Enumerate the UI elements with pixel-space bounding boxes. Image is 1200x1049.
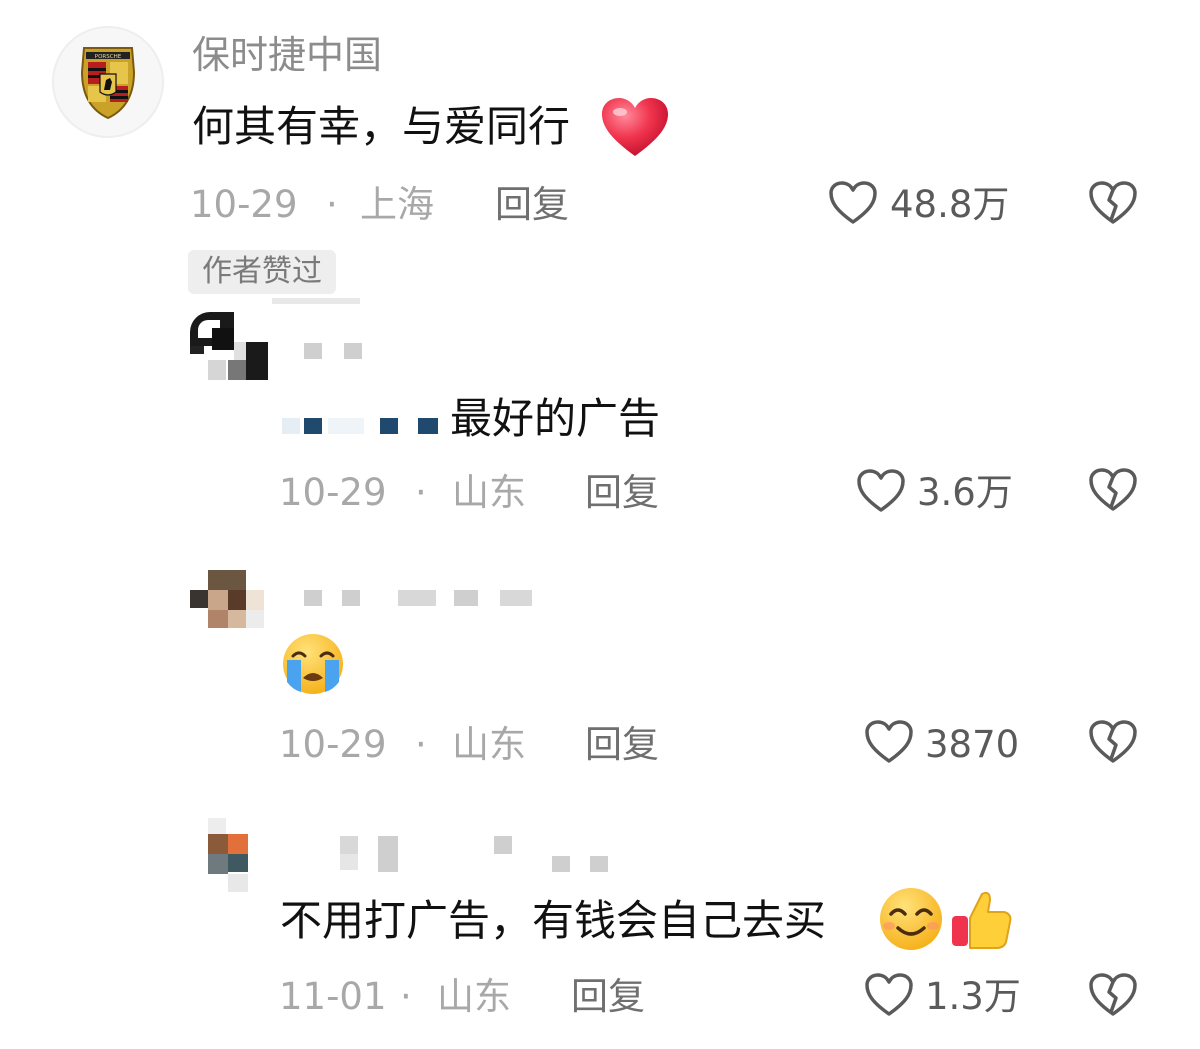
- heart-outline-icon[interactable]: [864, 719, 914, 765]
- reply-button[interactable]: 回复: [585, 474, 659, 511]
- avatar-pixelated[interactable]: [208, 818, 252, 894]
- heart-outline-icon[interactable]: [856, 468, 906, 514]
- avatar-pixelated[interactable]: [190, 570, 270, 630]
- comment-date: 10-29: [279, 471, 387, 514]
- comment-location: 山东: [452, 471, 526, 514]
- comment-location: 山东: [452, 723, 526, 766]
- comment-date: 10-29: [279, 723, 387, 766]
- comment-text: 何其有幸，与爱同行: [192, 102, 571, 151]
- meta-separator: ·: [415, 471, 427, 514]
- comment-date: 11-01: [279, 975, 387, 1018]
- like-count: 3870: [925, 723, 1020, 766]
- porsche-logo-text: PORSCHE: [95, 54, 122, 60]
- porsche-avatar[interactable]: PORSCHE: [52, 26, 164, 138]
- like-count: 48.8万: [890, 183, 1010, 226]
- thumbs-up-emoji: [948, 886, 1014, 952]
- comment-text-pixelated: [282, 416, 442, 438]
- reply-button[interactable]: 回复: [585, 726, 659, 763]
- red-heart-emoji: [600, 96, 670, 160]
- broken-heart-icon[interactable]: [1088, 467, 1138, 513]
- meta-separator: ·: [400, 975, 412, 1018]
- broken-heart-icon[interactable]: [1088, 719, 1138, 765]
- comment-location: 山东: [437, 975, 511, 1018]
- comment-username-pixelated[interactable]: [304, 588, 544, 608]
- comment-username[interactable]: 保时捷中国: [192, 36, 382, 74]
- comment-username-pixelated[interactable]: [340, 836, 610, 876]
- smiling-face-emoji: [876, 886, 946, 952]
- porsche-crest-logo: PORSCHE: [80, 47, 136, 120]
- meta-separator: ·: [326, 183, 338, 226]
- like-count: 1.3万: [925, 975, 1021, 1018]
- comment-text: 不用打广告，有钱会自己去买: [280, 896, 827, 945]
- broken-heart-icon[interactable]: [1088, 972, 1138, 1018]
- avatar-pixelated[interactable]: [190, 298, 360, 382]
- author-liked-badge: 作者赞过: [188, 250, 336, 294]
- crying-face-emoji: [279, 632, 347, 696]
- like-count: 3.6万: [917, 471, 1013, 514]
- heart-outline-icon[interactable]: [828, 180, 878, 226]
- comment-date: 10-29: [190, 183, 298, 226]
- heart-outline-icon[interactable]: [864, 972, 914, 1018]
- reply-button[interactable]: 回复: [495, 186, 569, 223]
- broken-heart-icon[interactable]: [1088, 180, 1138, 226]
- meta-separator: ·: [415, 723, 427, 766]
- comment-username-pixelated[interactable]: [304, 343, 374, 363]
- reply-button[interactable]: 回复: [571, 978, 645, 1015]
- comment-location: 上海: [360, 183, 434, 226]
- comment-text: 最好的广告: [450, 394, 661, 443]
